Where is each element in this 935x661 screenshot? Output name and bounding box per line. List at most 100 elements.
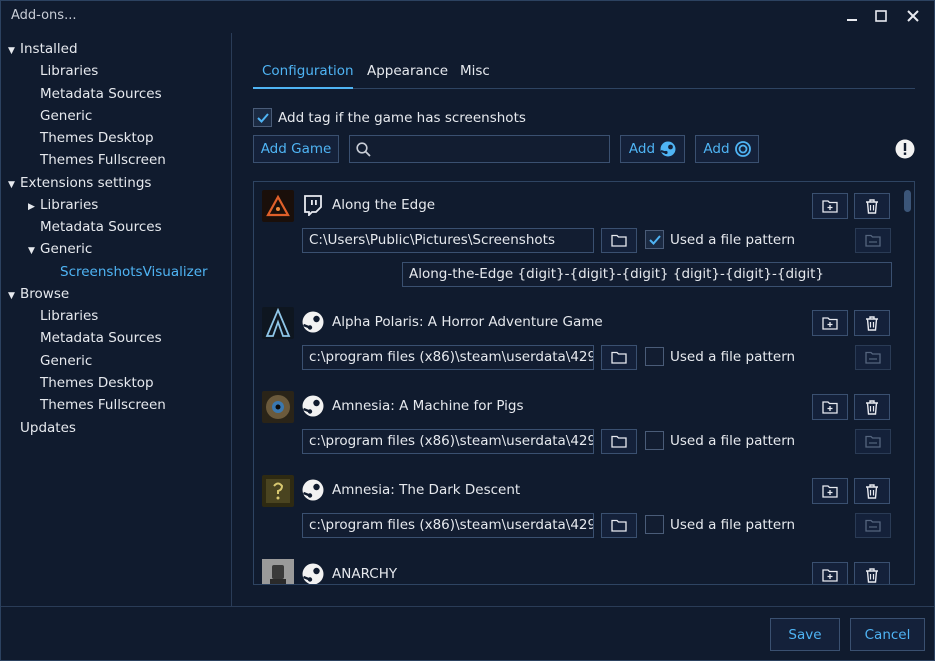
settings-tabs: Configuration Appearance Misc [253,55,915,89]
used-pattern-label: Used a file pattern [670,349,796,365]
tree-ext-libraries[interactable]: ▶ Libraries [28,195,98,215]
search-icon [356,142,371,157]
tree-installed-generic[interactable]: Generic [40,106,92,126]
tree-ext-generic[interactable]: ▼ Generic [28,239,92,259]
folder-plus-icon [822,200,838,213]
list-item: ANARCHY [254,551,899,584]
add-folder-button[interactable] [812,310,848,336]
add-folder-button[interactable] [812,394,848,420]
screenshot-path-input[interactable]: c:\program files (x86)\steam\userdata\42… [302,513,594,538]
list-scrollbar-thumb[interactable] [904,190,911,212]
caret-down-icon: ▼ [8,46,15,56]
game-name: ANARCHY [332,566,398,582]
tree-browse-libraries[interactable]: Libraries [40,306,98,326]
used-pattern-checkbox[interactable] [645,431,664,450]
checkmark-icon [257,113,269,123]
game-list: Along the Edge C:\Users\Public\Pictures\… [253,181,915,585]
minimize-button[interactable] [839,5,865,27]
delete-game-button[interactable] [854,193,890,219]
folder-plus-icon [822,485,838,498]
active-tab-indicator [253,87,353,89]
delete-game-button[interactable] [854,562,890,584]
open-folder-button[interactable] [855,429,891,454]
addons-window: Add-ons... ▼ Installed Libraries Metadata… [0,0,935,661]
add-gog-button[interactable]: Add [695,135,759,163]
settings-panel: Configuration Appearance Misc Add tag if… [233,33,935,606]
tab-configuration[interactable]: Configuration [262,63,354,79]
used-pattern-checkbox[interactable] [645,347,664,366]
open-folder-button[interactable] [855,345,891,370]
tree-updates[interactable]: Updates [20,418,76,438]
add-gog-label: Add [703,141,730,157]
tree-browse-metadata-sources[interactable]: Metadata Sources [40,328,162,348]
caret-right-icon: ▶ [28,202,35,212]
list-item: Alpha Polaris: A Horror Adventure Game c… [254,299,899,383]
close-button[interactable] [900,5,926,27]
add-game-button[interactable]: Add Game [253,135,339,163]
used-pattern-label: Used a file pattern [670,232,796,248]
list-item: Amnesia: A Machine for Pigs c:\program f… [254,383,899,467]
screenshot-path-input[interactable]: c:\program files (x86)\steam\userdata\42… [302,429,594,454]
minimize-icon [847,19,857,21]
open-folder-button[interactable] [855,228,891,253]
save-label: Save [788,626,822,643]
path-value: C:\Users\Public\Pictures\Screenshots [309,232,555,248]
twitch-icon [304,195,322,216]
save-button[interactable]: Save [770,618,840,651]
game-name: Amnesia: A Machine for Pigs [332,398,524,414]
delete-game-button[interactable] [854,478,890,504]
open-folder-button[interactable] [855,513,891,538]
browse-folder-button[interactable] [601,429,637,454]
used-pattern-label: Used a file pattern [670,433,796,449]
delete-game-button[interactable] [854,394,890,420]
search-input[interactable] [349,135,610,163]
caret-down-icon: ▼ [8,291,15,301]
add-folder-button[interactable] [812,193,848,219]
folder-icon [611,519,627,532]
addons-sidebar: ▼ Installed Libraries Metadata Sources Ge… [1,33,232,606]
pattern-value: Along-the-Edge {digit}-{digit}-{digit} {… [409,266,824,282]
game-cover-image [262,190,294,222]
tree-browse[interactable]: ▼ Browse [8,284,69,304]
maximize-button[interactable] [868,5,894,27]
add-folder-button[interactable] [812,478,848,504]
warning-icon[interactable] [895,139,915,159]
tree-ext-metadata-sources[interactable]: Metadata Sources [40,217,162,237]
delete-game-button[interactable] [854,310,890,336]
tree-installed-libraries[interactable]: Libraries [40,61,98,81]
used-pattern-checkbox[interactable] [645,515,664,534]
screenshot-path-input[interactable]: C:\Users\Public\Pictures\Screenshots [302,228,594,253]
browse-folder-button[interactable] [601,228,637,253]
add-folder-button[interactable] [812,562,848,584]
used-pattern-checkbox[interactable] [645,230,664,249]
tree-browse-themes-fullscreen[interactable]: Themes Fullscreen [40,395,166,415]
tree-installed-themes-fullscreen[interactable]: Themes Fullscreen [40,150,166,170]
tree-installed-themes-desktop[interactable]: Themes Desktop [40,128,154,148]
tab-misc[interactable]: Misc [460,63,490,79]
game-cover-image [262,307,294,339]
tree-browse-generic[interactable]: Generic [40,351,92,371]
trash-icon [866,483,878,499]
add-tag-checkbox[interactable] [253,108,272,127]
folder-plus-icon [822,401,838,414]
browse-folder-button[interactable] [601,345,637,370]
browse-folder-button[interactable] [601,513,637,538]
add-steam-button[interactable]: Add [620,135,685,163]
file-pattern-input[interactable]: Along-the-Edge {digit}-{digit}-{digit} {… [402,262,892,287]
cancel-button[interactable]: Cancel [850,618,925,651]
steam-icon [302,311,324,333]
tree-browse-themes-desktop[interactable]: Themes Desktop [40,373,154,393]
folder-icon [611,234,627,247]
folder-open-icon [865,234,881,247]
tree-label: Extensions settings [20,175,152,191]
tab-appearance[interactable]: Appearance [367,63,448,79]
tree-ext-screenshots-visualizer[interactable]: ScreenshotsVisualizer [60,262,208,282]
folder-open-icon [865,435,881,448]
tree-installed-metadata-sources[interactable]: Metadata Sources [40,84,162,104]
steam-icon [660,141,676,157]
dialog-footer: Save Cancel [1,606,934,661]
screenshot-path-input[interactable]: c:\program files (x86)\steam\userdata\42… [302,345,594,370]
tree-extensions-settings[interactable]: ▼ Extensions settings [8,173,151,193]
folder-icon [611,351,627,364]
tree-installed[interactable]: ▼ Installed [8,39,78,59]
